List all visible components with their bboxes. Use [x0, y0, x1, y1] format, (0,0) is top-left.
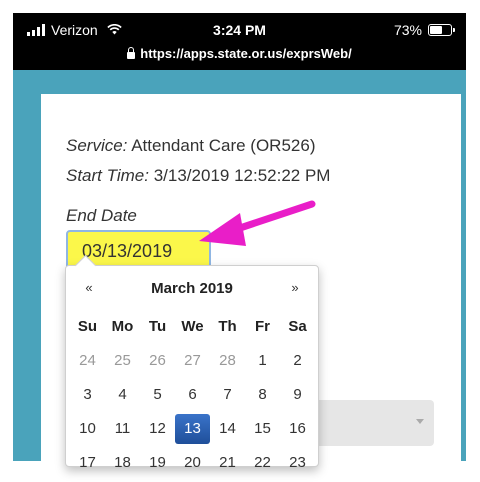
day-cell[interactable]: 23: [280, 448, 315, 478]
next-month-button[interactable]: »: [280, 280, 310, 295]
day-cell[interactable]: 10: [70, 414, 105, 444]
day-cell[interactable]: 18: [105, 448, 140, 478]
day-cell[interactable]: 20: [175, 448, 210, 478]
day-cell[interactable]: 25: [105, 346, 140, 376]
day-cell[interactable]: 4: [105, 380, 140, 410]
calendar-header: « March 2019 »: [66, 280, 318, 302]
weekday-row: Su Mo Tu We Th Fr Sa: [70, 312, 315, 346]
day-cell[interactable]: 22: [245, 448, 280, 478]
weekday-label: Mo: [111, 318, 134, 335]
day-cell[interactable]: 15: [245, 414, 280, 444]
day-cell[interactable]: 7: [210, 380, 245, 410]
day-cell[interactable]: 12: [140, 414, 175, 444]
day-cell[interactable]: 26: [140, 346, 175, 376]
day-cell[interactable]: 16: [280, 414, 315, 444]
week-row: 10 11 12 13 14 15 16: [70, 414, 315, 448]
day-cell[interactable]: 8: [245, 380, 280, 410]
date-picker: « March 2019 » Su Mo Tu We Th Fr Sa 24 2…: [65, 254, 319, 471]
day-cell[interactable]: 14: [210, 414, 245, 444]
day-cell[interactable]: 27: [175, 346, 210, 376]
day-cell[interactable]: 1: [245, 346, 280, 376]
day-cell[interactable]: 19: [140, 448, 175, 478]
week-row: 3 4 5 6 7 8 9: [70, 380, 315, 414]
day-cell[interactable]: 28: [210, 346, 245, 376]
weekday-label: Su: [77, 318, 98, 335]
calendar-grid: Su Mo Tu We Th Fr Sa 24 25 26 27 28 1 2 …: [70, 312, 315, 482]
weekday-label: Sa: [288, 318, 307, 335]
day-cell[interactable]: 24: [70, 346, 105, 376]
weekday-label: Tu: [148, 318, 167, 335]
day-cell[interactable]: 9: [280, 380, 315, 410]
weekday-label: Th: [218, 318, 237, 335]
day-cell[interactable]: 17: [70, 448, 105, 478]
day-cell[interactable]: 6: [175, 380, 210, 410]
weekday-label: Fr: [255, 318, 270, 335]
day-cell[interactable]: 21: [210, 448, 245, 478]
day-cell-selected[interactable]: 13: [175, 414, 210, 444]
week-row: 17 18 19 20 21 22 23: [70, 448, 315, 482]
day-cell[interactable]: 3: [70, 380, 105, 410]
weekday-label: We: [181, 318, 204, 335]
day-cell[interactable]: 2: [280, 346, 315, 376]
day-cell[interactable]: 11: [105, 414, 140, 444]
day-cell[interactable]: 5: [140, 380, 175, 410]
week-row: 24 25 26 27 28 1 2: [70, 346, 315, 380]
